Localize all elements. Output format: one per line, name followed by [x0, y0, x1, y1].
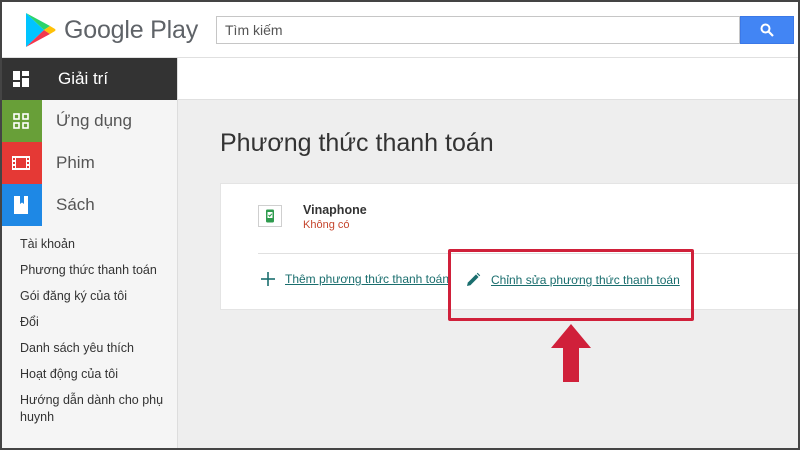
brand-name: Google Play	[64, 15, 198, 44]
sidebar-link-payment-methods[interactable]: Phương thức thanh toán	[20, 262, 170, 279]
sidebar: Giải trí Ứng dụng Phim Sách Tài khoản Ph…	[0, 58, 178, 450]
sidebar-link-parent-guide[interactable]: Hướng dẫn dành cho phụ huynh	[20, 392, 170, 426]
search-field-wrapper	[216, 16, 740, 44]
film-icon	[0, 142, 42, 184]
sidebar-category-label: Ứng dụng	[56, 111, 132, 130]
sidebar-link-my-activity[interactable]: Hoạt động của tôi	[20, 366, 170, 383]
sidebar-category-label: Sách	[56, 195, 95, 214]
sidebar-category-books[interactable]: Sách	[0, 184, 177, 226]
sidebar-category-label: Giải trí	[58, 69, 109, 88]
add-payment-method-link[interactable]: Thêm phương thức thanh toán	[261, 272, 449, 286]
sidebar-link-account[interactable]: Tài khoản	[20, 236, 170, 253]
search-icon	[760, 23, 774, 37]
search-button[interactable]	[740, 16, 794, 44]
payment-method-status: Không có	[303, 219, 350, 231]
search-input[interactable]	[217, 17, 739, 43]
apps-icon	[0, 100, 42, 142]
sub-header	[178, 58, 800, 100]
page-title: Phương thức thanh toán	[220, 129, 494, 157]
plus-icon	[261, 272, 275, 286]
sidebar-link-subscriptions[interactable]: Gói đăng ký của tôi	[20, 288, 170, 305]
sidebar-links: Tài khoản Phương thức thanh toán Gói đăn…	[0, 226, 177, 426]
up-arrow-icon	[551, 324, 591, 382]
highlight-box	[448, 249, 694, 321]
sidebar-category-entertainment[interactable]: Giải trí	[0, 58, 177, 100]
sidebar-category-apps[interactable]: Ứng dụng	[0, 100, 177, 142]
payment-method-name: Vinaphone	[303, 203, 367, 217]
google-play-logo[interactable]: Google Play	[24, 12, 198, 48]
add-payment-method-label: Thêm phương thức thanh toán	[285, 272, 450, 286]
top-header: Google Play	[0, 0, 800, 58]
sidebar-link-wishlist[interactable]: Danh sách yêu thích	[20, 340, 170, 357]
book-icon	[0, 184, 42, 226]
entertainment-icon	[0, 58, 42, 100]
play-store-icon	[26, 13, 56, 47]
phone-wallet-icon	[258, 205, 282, 227]
sidebar-link-redeem[interactable]: Đổi	[20, 314, 170, 331]
sidebar-category-movies[interactable]: Phim	[0, 142, 177, 184]
sidebar-category-label: Phim	[56, 153, 95, 172]
